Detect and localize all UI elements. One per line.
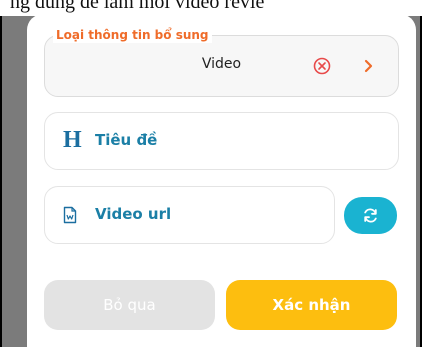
skip-button[interactable]: Bỏ qua (44, 280, 215, 330)
clear-icon[interactable] (313, 57, 331, 75)
document-icon (63, 206, 77, 224)
title-field[interactable]: H Tiêu đề (44, 112, 399, 170)
refresh-icon (364, 208, 377, 223)
chevron-right-icon[interactable] (363, 59, 375, 73)
confirm-button[interactable]: Xác nhận (226, 280, 397, 330)
video-url-field[interactable]: Video url (44, 186, 335, 244)
background-text: ng dung de lam moi video revie (10, 0, 265, 13)
video-url-placeholder: Video url (95, 205, 172, 223)
info-type-value: Video (201, 56, 242, 72)
title-placeholder: Tiêu đề (95, 131, 158, 149)
info-type-select[interactable]: Loại thông tin bổ sung Video (44, 27, 399, 97)
heading-icon: H (63, 127, 82, 153)
refresh-button[interactable] (344, 197, 397, 234)
overlay-edge-left (0, 16, 2, 347)
add-info-modal: Loại thông tin bổ sung Video H Tiêu đề V… (27, 14, 416, 347)
info-type-legend: Loại thông tin bổ sung (53, 27, 212, 43)
